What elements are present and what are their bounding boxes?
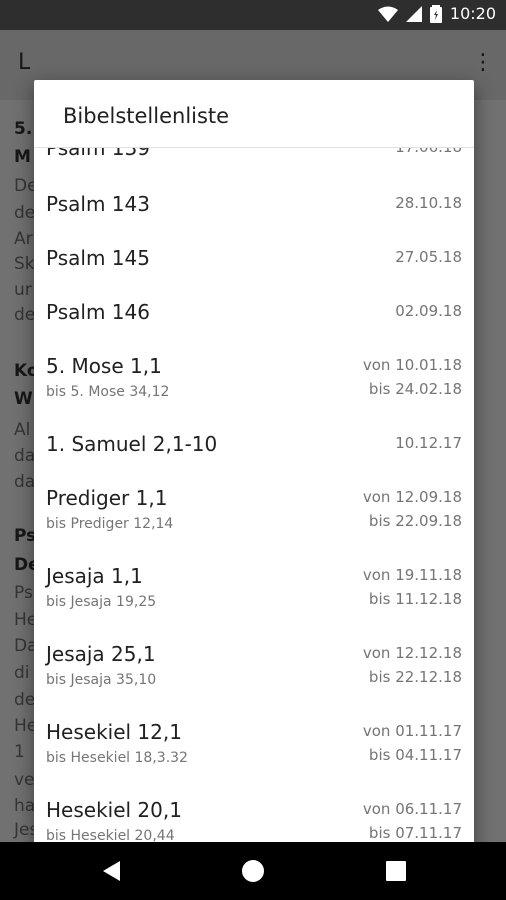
passage-reference: 5. Mose 1,1 (46, 354, 162, 378)
passage-reference: Psalm 143 (46, 192, 150, 216)
status-time: 10:20 (449, 4, 496, 23)
passage-start-date: von 01.11.17 (362, 722, 462, 740)
home-icon[interactable] (241, 859, 265, 883)
passage-list-item[interactable]: Psalm 143 28.10.18 (46, 192, 462, 232)
wifi-icon (377, 6, 398, 22)
passage-list-item[interactable]: Hesekiel 12,1 bis Hesekiel 18,3.32 von 01.… (46, 720, 462, 782)
passage-reference: Prediger 1,1 (46, 486, 168, 510)
passage-end-date: bis 04.11.17 (368, 746, 462, 764)
back-icon[interactable] (100, 859, 124, 883)
passage-date: 28.10.18 (395, 194, 462, 212)
passage-reference: Hesekiel 12,1 (46, 720, 182, 744)
passage-end-reference: bis Jesaja 35,10 (46, 672, 157, 688)
passage-reference: Psalm 139 (46, 148, 150, 160)
passage-reference: Psalm 145 (46, 246, 150, 270)
navigation-bar (0, 842, 506, 900)
passage-end-reference: bis Prediger 12,14 (46, 516, 174, 532)
passage-end-date: bis 07.11.17 (368, 824, 462, 842)
status-bar: 10:20 (0, 0, 506, 30)
passage-list[interactable]: Psalm 13917.06.18Psalm 14328.10.18Psalm … (34, 148, 474, 852)
passage-reference: Jesaja 25,1 (46, 642, 156, 666)
passage-list-item[interactable]: Prediger 1,1 bis Prediger 12,14 von 12.09.… (46, 486, 462, 548)
passage-list-item[interactable]: Psalm 139 17.06.18 (46, 148, 462, 176)
bible-passage-dialog: Bibelstellenliste Psalm 13917.06.18Psalm… (34, 80, 474, 852)
passage-reference: Psalm 146 (46, 300, 150, 324)
passage-date: 10.12.17 (395, 434, 462, 452)
passage-end-date: bis 24.02.18 (368, 380, 462, 398)
passage-start-date: von 06.11.17 (362, 800, 462, 818)
passage-end-date: bis 22.12.18 (368, 668, 462, 686)
status-icons: 10:20 (377, 4, 496, 23)
passage-list-item[interactable]: Jesaja 1,1 bis Jesaja 19,25 von 19.11.18 bi… (46, 564, 462, 626)
passage-date: 02.09.18 (395, 302, 462, 320)
passage-reference: Hesekiel 20,1 (46, 798, 182, 822)
passage-start-date: von 12.12.18 (362, 644, 462, 662)
passage-list-item[interactable]: 1. Samuel 2,1-10 10.12.17 (46, 432, 462, 472)
dialog-title: Bibelstellenliste (63, 104, 230, 128)
cell-signal-icon (405, 5, 422, 22)
passage-start-date: von 19.11.18 (362, 566, 462, 584)
passage-reference: 1. Samuel 2,1-10 (46, 432, 218, 456)
passage-start-date: von 12.09.18 (362, 488, 462, 506)
passage-list-item[interactable]: Jesaja 25,1 bis Jesaja 35,10 von 12.12.18 b… (46, 642, 462, 704)
passage-start-date: von 10.01.18 (362, 356, 462, 374)
passage-list-item[interactable]: Psalm 146 02.09.18 (46, 300, 462, 340)
passage-list-item[interactable]: Psalm 145 27.05.18 (46, 246, 462, 286)
passage-reference: Jesaja 1,1 (46, 564, 143, 588)
passage-end-reference: bis 5. Mose 34,12 (46, 384, 170, 400)
passage-date: 17.06.18 (395, 148, 462, 156)
recents-icon[interactable] (384, 859, 408, 883)
passage-list-item[interactable]: 5. Mose 1,1 bis 5. Mose 34,12 von 10.01.18… (46, 354, 462, 416)
passage-date: 27.05.18 (395, 248, 462, 266)
passage-end-reference: bis Hesekiel 18,3.32 (46, 750, 188, 766)
passage-end-date: bis 11.12.18 (368, 590, 462, 608)
dialog-scrim[interactable]: Bibelstellenliste Psalm 13917.06.18Psalm… (0, 30, 506, 852)
passage-end-date: bis 22.09.18 (368, 512, 462, 530)
battery-icon (429, 4, 442, 23)
passage-end-reference: bis Jesaja 19,25 (46, 594, 157, 610)
